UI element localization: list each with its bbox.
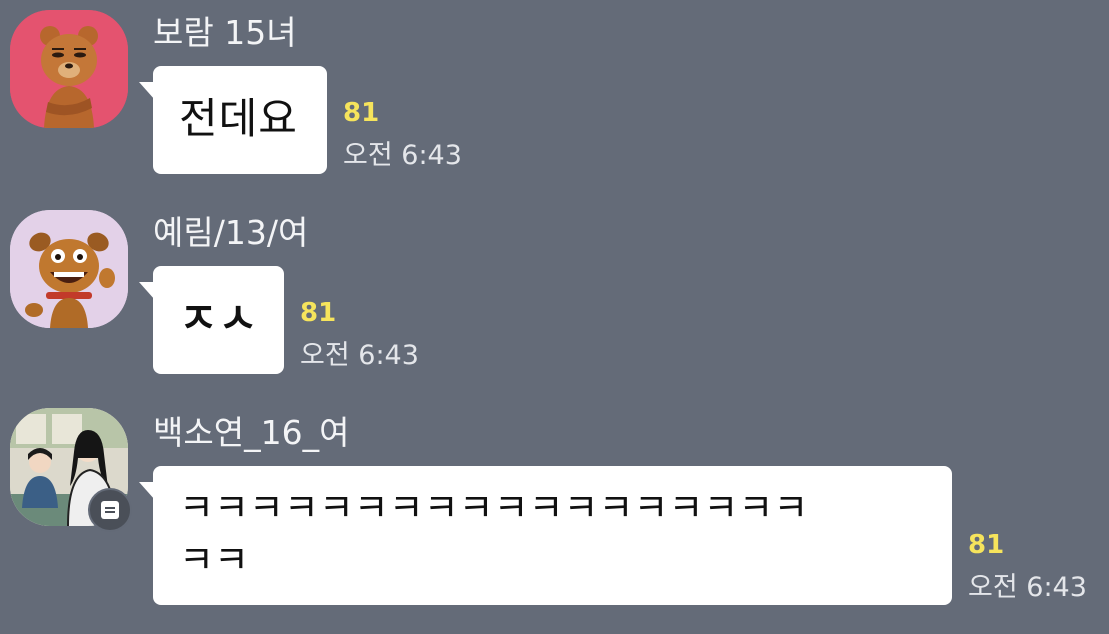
- message-bubble[interactable]: ㅋㅋㅋㅋㅋㅋㅋㅋㅋㅋㅋㅋㅋㅋㅋㅋㅋㅋ ㅋㅋ: [139, 466, 952, 605]
- avatar[interactable]: [10, 210, 128, 328]
- unread-count: 81: [343, 98, 380, 128]
- message-time: 오전 6:43: [343, 140, 462, 171]
- message-text: ㅈㅅ: [179, 294, 259, 343]
- message-time: 오전 6:43: [968, 572, 1087, 603]
- brown-bear-character-avatar-icon: [10, 10, 128, 128]
- avatar[interactable]: [10, 10, 128, 128]
- message-bubble[interactable]: 전데요: [139, 66, 327, 174]
- unread-count: 81: [968, 530, 1005, 560]
- message-text: 전데요: [179, 94, 298, 143]
- sender-name: 예림/13/여: [153, 213, 309, 252]
- message-text: ㅋㅋㅋㅋㅋㅋㅋㅋㅋㅋㅋㅋㅋㅋㅋㅋㅋㅋ ㅋㅋ: [179, 486, 809, 582]
- message-bubble[interactable]: ㅈㅅ: [139, 266, 284, 374]
- chat-room: 보람 15녀 전데요 81 오전 6:43 예림/13/여 ㅈㅅ 81 오전 6…: [0, 0, 1109, 634]
- sender-name: 백소연_16_여: [153, 413, 350, 452]
- document-icon: [101, 501, 119, 519]
- brown-dog-character-avatar-icon: [10, 210, 128, 328]
- unread-count: 81: [300, 298, 337, 328]
- message-time: 오전 6:43: [300, 340, 419, 371]
- sender-name: 보람 15녀: [153, 13, 297, 52]
- document-badge-icon: [88, 488, 132, 532]
